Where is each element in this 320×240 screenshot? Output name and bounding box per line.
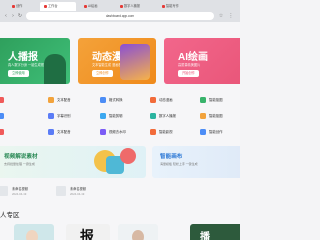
card-title: 智能画布	[160, 154, 183, 160]
tool-item[interactable]: 智能剪辑	[100, 112, 123, 120]
favicon-icon	[44, 4, 47, 8]
tool-icon	[48, 129, 54, 136]
browser-tab-active[interactable]: 工作台	[40, 2, 76, 11]
tool-icon	[200, 113, 206, 120]
banner-ai-painting[interactable]: AI绘画 高质量精美图片 开始创作	[164, 38, 240, 84]
person-image	[132, 230, 144, 240]
file-date: 2024-04-19	[12, 192, 27, 196]
tool-icon	[0, 97, 4, 104]
banner-subtitle: 高质量精美图片	[178, 63, 201, 67]
file-name: 未命名视频	[70, 187, 86, 191]
back-icon[interactable]: ‹	[3, 12, 9, 20]
tool-icon	[150, 113, 156, 120]
banner-subtitle: 真人数字分身 一键生成视频	[8, 63, 48, 67]
star-icon[interactable]: ☆	[218, 12, 224, 20]
template-thumbnail[interactable]	[14, 224, 54, 240]
tool-item[interactable]: 视频去水印	[100, 128, 126, 136]
tool-item[interactable]	[0, 128, 7, 136]
favicon-icon	[12, 4, 15, 8]
thumb-text: 报	[80, 228, 94, 240]
tab-bar: 创作 工作台 AI绘画 数字人播报 智能写作	[0, 0, 240, 11]
template-thumbnail[interactable]	[118, 224, 158, 240]
tool-item[interactable]: 格式转换	[100, 96, 123, 104]
banner-title: AI绘画	[178, 52, 208, 63]
tool-icon	[150, 97, 156, 104]
banner-button[interactable]: 开始创作	[178, 70, 199, 77]
browser-tab[interactable]: AI绘画	[80, 2, 112, 11]
tool-item[interactable]: 动态漫画	[150, 96, 173, 104]
reload-icon[interactable]: ↻	[17, 12, 23, 20]
banner-title: 人播报	[8, 52, 38, 63]
browser-chrome: 创作 工作台 AI绘画 数字人播报 智能写作 ‹ › ↻ dashboard.a…	[0, 0, 240, 22]
template-thumbnail[interactable]: 报	[66, 224, 110, 240]
tool-item[interactable]	[0, 112, 7, 120]
browser-tab[interactable]: 智能写作	[158, 2, 194, 11]
tool-item[interactable]: 文本配音	[48, 128, 71, 136]
banner-button[interactable]: 立即使用	[8, 70, 29, 77]
favicon-icon	[120, 4, 123, 8]
page-content: 人播报 真人数字分身 一键生成视频 立即使用 动态漫画 文本智能生成 漫画视频 …	[0, 22, 240, 240]
tool-icon	[100, 129, 106, 136]
banner-button[interactable]: 立即创作	[92, 70, 113, 77]
tool-icon	[48, 97, 54, 104]
thumb-text: 播	[200, 232, 210, 240]
tool-item[interactable]: 智能抠图	[200, 112, 223, 120]
presenter-image	[44, 54, 66, 84]
menu-icon[interactable]: ⋮	[228, 12, 234, 20]
banner-dynamic-comic[interactable]: 动态漫画 文本智能生成 漫画视频 立即创作	[78, 38, 156, 84]
forward-icon[interactable]: ›	[10, 12, 16, 20]
browser-tab[interactable]: 创作	[8, 2, 38, 11]
browser-tab[interactable]: 数字人播报	[116, 2, 154, 11]
tool-icon	[48, 113, 54, 120]
favicon-icon	[84, 4, 87, 8]
tool-icon	[100, 113, 106, 120]
tool-item[interactable]: 文本配音	[48, 96, 71, 104]
recent-file[interactable]: 未命名视频 2024-04-19	[56, 184, 116, 198]
tool-item[interactable]: 字幕识别	[48, 112, 71, 120]
template-thumbnail[interactable]: 播	[190, 224, 240, 240]
tool-icon	[150, 129, 156, 136]
file-thumbnail	[0, 186, 8, 196]
address-bar[interactable]: dashboard.app.com	[26, 12, 214, 20]
tool-icon	[100, 97, 106, 104]
tool-icon	[200, 129, 206, 136]
decor-shape	[120, 148, 136, 164]
tool-item[interactable]: 智能影视	[150, 128, 173, 136]
tool-item[interactable]: 数字人播报	[150, 112, 176, 120]
card-title: 视频解说素材	[4, 154, 38, 160]
tool-icon	[0, 129, 4, 136]
tool-item[interactable]: 智能创作	[200, 128, 223, 136]
section-title: 人专区	[0, 212, 20, 219]
file-thumbnail	[56, 186, 66, 196]
file-date: 2024-04-19	[70, 192, 85, 196]
person-image	[26, 230, 38, 240]
tool-icon	[0, 113, 4, 120]
banner-digital-human[interactable]: 人播报 真人数字分身 一键生成视频 立即使用	[0, 38, 70, 84]
card-smart-canvas[interactable]: 智能画布 海量模板 轻松上手 一键生成	[152, 146, 240, 178]
card-subtitle: 支持批量处理 一键生成	[4, 162, 35, 166]
card-subtitle: 海量模板 轻松上手 一键生成	[160, 162, 198, 166]
card-video-materials[interactable]: 视频解说素材 支持批量处理 一键生成	[0, 146, 146, 178]
comic-image	[120, 44, 150, 80]
file-name: 未命名视频	[12, 187, 28, 191]
tool-item[interactable]: 智能抠图	[200, 96, 223, 104]
tool-item[interactable]	[0, 96, 7, 104]
tool-icon	[200, 97, 206, 104]
recent-file[interactable]: 未命名视频 2024-04-19	[0, 184, 58, 198]
favicon-icon	[162, 4, 165, 8]
